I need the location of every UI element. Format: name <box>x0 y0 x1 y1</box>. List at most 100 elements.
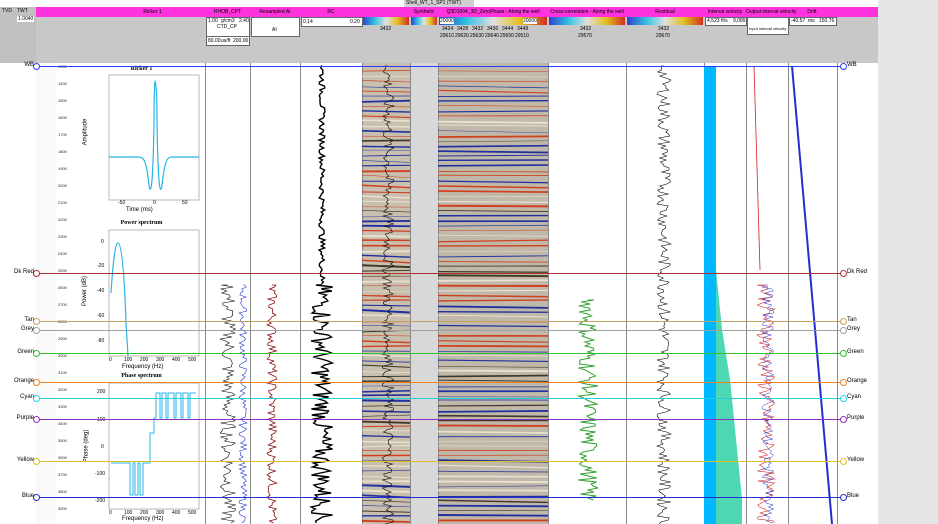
horizon-right-dot-icon <box>840 395 847 402</box>
seismic-reflector <box>361 354 411 358</box>
seismic-reflector <box>437 279 549 282</box>
seismic-reflector <box>361 345 411 348</box>
seismic-reflector <box>437 204 549 208</box>
seismic-reflector <box>361 174 411 178</box>
seismic-reflector <box>437 70 549 72</box>
horizon-marker-left: Tan <box>24 317 34 323</box>
seismic-reflector <box>361 469 411 472</box>
seismic-reflector <box>437 464 549 469</box>
seismic-reflector <box>437 351 549 353</box>
seismic-reflector <box>361 139 411 142</box>
seismic-reflector <box>361 154 411 157</box>
seismic-reflector <box>361 264 411 269</box>
horizon-marker-left: Cyan <box>19 394 34 400</box>
seismic-reflector <box>361 425 411 428</box>
seismic-reflector <box>361 115 411 119</box>
seismic-reflector <box>361 160 411 163</box>
horizon-line[interactable] <box>36 330 842 331</box>
horizon-marker-left: Orange <box>13 378 34 384</box>
horizon-marker-left: Yellow <box>16 457 34 463</box>
horizon-right-dot-icon <box>840 350 847 357</box>
seismic-reflector <box>361 234 411 238</box>
horizon-marker-right: WB <box>847 62 857 68</box>
seismic-reflector <box>361 304 411 307</box>
horizon-left-dot-icon <box>33 458 40 465</box>
horizon-right-dot-icon <box>840 63 847 70</box>
seismic-reflector <box>437 314 549 318</box>
horizon-line[interactable] <box>36 382 842 383</box>
horizon-left-dot-icon <box>33 494 40 501</box>
horizon-marker-right: Tan <box>847 317 857 323</box>
seismic-reflector <box>361 489 411 493</box>
horizon-left-dot-icon <box>33 327 40 334</box>
horizon-line[interactable] <box>36 273 842 274</box>
seismic-reflector <box>437 105 549 107</box>
seismic-reflector <box>361 99 411 103</box>
seismic-reflector <box>361 444 411 448</box>
horizon-left-dot-icon <box>33 416 40 423</box>
seismic-reflector <box>437 366 549 368</box>
horizon-line[interactable] <box>36 353 842 354</box>
seismic-reflector <box>437 414 549 418</box>
horizon-marker-right: Orange <box>847 378 868 384</box>
seismic-reflector <box>437 299 549 302</box>
seismic-reflector <box>437 261 549 263</box>
seismic-reflector <box>361 484 411 488</box>
seismic-reflector <box>437 255 549 258</box>
horizon-marker-right: Dk Red <box>847 269 868 275</box>
seismic-reflector <box>437 430 549 434</box>
seismic-reflector <box>437 85 549 89</box>
horizon-marker-right: Cyan <box>847 394 862 400</box>
velocity-fill-lower <box>716 270 742 524</box>
seismic-reflector <box>437 144 549 148</box>
horizon-right-dot-icon <box>840 458 847 465</box>
horizon-marker-left: WB <box>24 62 34 68</box>
seismic-reflector <box>361 200 411 203</box>
horizon-line[interactable] <box>36 419 842 420</box>
seismic-reflector <box>361 229 411 232</box>
seismic-reflector <box>437 110 549 113</box>
seismic-reflector <box>437 470 549 473</box>
seismic-reflector <box>437 180 549 184</box>
horizon-left-dot-icon <box>33 395 40 402</box>
seismic-reflector <box>437 234 549 237</box>
seismic-reflector <box>361 209 411 213</box>
seismic-reflector <box>437 514 549 517</box>
seismic-reflector <box>437 294 549 298</box>
seismic-reflector <box>437 89 549 94</box>
horizon-line[interactable] <box>36 461 842 462</box>
horizon-marker-right: Blue <box>847 493 860 499</box>
seismic-reflector <box>361 250 411 253</box>
seismic-reflector <box>437 185 549 189</box>
seismic-reflector <box>437 410 549 413</box>
horizon-marker-right: Purple <box>847 415 865 421</box>
seismic-reflector <box>437 140 549 143</box>
seismic-reflector <box>437 200 549 203</box>
horizon-marker-right: Yellow <box>847 457 865 463</box>
horizon-left-dot-icon <box>33 379 40 386</box>
seismic-reflector <box>361 440 411 444</box>
seismic-reflector <box>361 435 411 438</box>
seismic-reflector <box>437 359 549 363</box>
horizon-line[interactable] <box>36 398 842 399</box>
seismic-reflector <box>437 354 549 357</box>
horizon-line[interactable] <box>36 497 842 498</box>
seismic-reflector <box>437 369 549 373</box>
horizon-right-dot-icon <box>840 318 847 325</box>
residual-curve <box>656 65 672 524</box>
seismic-reflector <box>437 209 549 213</box>
horizon-marker-left: Green <box>17 349 34 355</box>
seismic-reflector <box>437 239 549 243</box>
seismic-reflector <box>361 309 411 314</box>
seismic-reflector <box>361 314 411 317</box>
seismic-reflector <box>437 164 549 167</box>
seismic-reflector <box>437 344 549 348</box>
horizon-line[interactable] <box>36 66 842 67</box>
seismic-reflector <box>361 269 411 272</box>
horizon-line[interactable] <box>36 321 842 322</box>
seismic-reflector <box>437 120 549 124</box>
seismic-reflector <box>437 154 549 157</box>
horizon-right-dot-icon <box>840 494 847 501</box>
horizon-right-dot-icon <box>840 379 847 386</box>
horizon-right-dot-icon <box>840 270 847 277</box>
